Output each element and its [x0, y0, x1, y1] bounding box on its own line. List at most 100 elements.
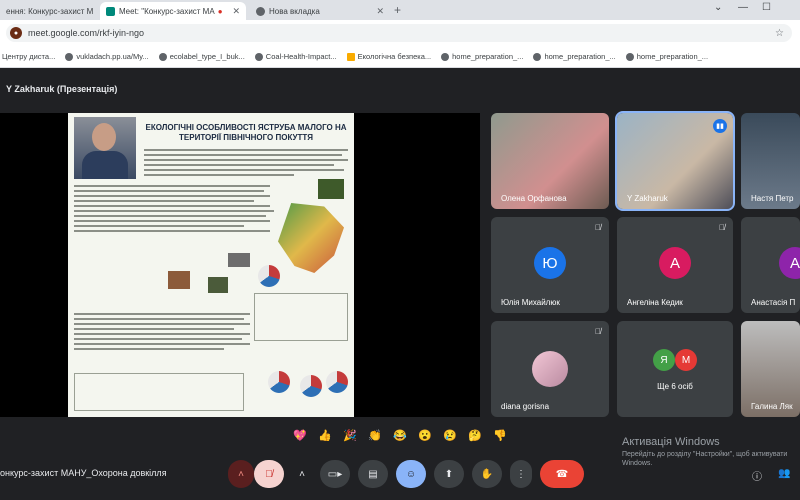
minimize-icon[interactable]: —	[738, 2, 748, 13]
bookmark-label: home_preparation_...	[544, 52, 616, 61]
bookmark-item[interactable]: Екологічна безпека...	[346, 52, 432, 61]
data-table-figure	[254, 293, 348, 341]
activation-subtitle: Перейдіть до розділу "Настройки", щоб ак…	[622, 451, 788, 467]
pie-figure	[326, 371, 348, 393]
pie-figure	[300, 375, 322, 397]
reaction-heart[interactable]: 💖	[292, 429, 308, 442]
mic-toggle-button[interactable]: 🎙̸	[254, 460, 284, 488]
text-line	[74, 338, 242, 340]
bookmark-item[interactable]: Центру диста...	[2, 52, 55, 61]
globe-icon	[158, 52, 167, 61]
info-icon[interactable]: ⓘ	[752, 468, 762, 483]
participant-name: Олена Орфанова	[501, 194, 567, 203]
call-controls: ˄ 🎙̸ ˄ ▭▸ ▤ ☺ ⬆ ✋ ⋮ ☎	[228, 460, 584, 488]
text-line	[74, 200, 254, 202]
avatar: А	[659, 247, 691, 279]
pie-figure	[258, 265, 280, 287]
text-line	[74, 195, 270, 197]
text-line	[74, 333, 250, 335]
text-line	[144, 159, 348, 161]
reaction-sad[interactable]: 😢	[442, 429, 458, 442]
bookmark-label: Екологічна безпека...	[357, 52, 432, 61]
text-line	[74, 205, 270, 207]
reaction-laugh[interactable]: 😂	[392, 429, 408, 442]
participant-tile[interactable]: Олена Орфанова	[491, 113, 609, 209]
text-line	[74, 220, 270, 222]
reaction-party[interactable]: 🎉	[342, 429, 358, 442]
raise-hand-button[interactable]: ✋	[472, 460, 502, 488]
more-participants-tile[interactable]: Я М Ще 6 осіб	[617, 321, 733, 417]
reaction-thumbs-up[interactable]: 👍	[317, 429, 333, 442]
captions-button[interactable]: ▤	[358, 460, 388, 488]
bookmark-item[interactable]: vukladach.pp.ua/My...	[65, 52, 149, 61]
activation-title: Активація Windows	[622, 436, 720, 448]
avatar: М	[675, 349, 697, 371]
url-text[interactable]: meet.google.com/rkf-iyin-ngo	[28, 28, 144, 38]
bookmark-label: home_preparation_...	[636, 52, 709, 61]
chrome-icon	[256, 6, 265, 16]
bookmark-label: vukladach.pp.ua/My...	[76, 52, 149, 61]
participant-name: Y Zakharuk	[627, 194, 668, 203]
participant-tile[interactable]: Галина Ляк	[741, 321, 800, 417]
bookmark-item[interactable]: home_preparation_...	[533, 52, 616, 61]
participant-tile[interactable]: 🎙̸ А Ангеліна Кедик	[617, 217, 733, 313]
bookmark-label: home_preparation_...	[452, 52, 524, 61]
bookmark-item[interactable]: home_preparation_...	[625, 52, 709, 61]
tab-title: ення: Конкурс-захист М	[6, 6, 94, 16]
participant-tile[interactable]: 🎙̸ Ю Юлія Михайлюк	[491, 217, 609, 313]
author-photo	[74, 117, 136, 179]
site-info-icon[interactable]: ●	[10, 27, 22, 39]
photo-head	[92, 123, 116, 151]
avatar	[532, 351, 568, 387]
text-line	[74, 313, 250, 315]
people-icon[interactable]: 👥	[778, 468, 790, 479]
participant-tile[interactable]: А Анастасія П	[741, 217, 800, 313]
bookmark-item[interactable]: ecolabel_type_I_buk...	[158, 52, 245, 61]
camera-button[interactable]: ▭▸	[320, 460, 350, 488]
tab-search-icon[interactable]: ⌄	[714, 2, 722, 13]
present-button[interactable]: ⬆	[434, 460, 464, 488]
close-icon[interactable]: ✕	[93, 6, 96, 17]
participant-tile[interactable]: ▮▮ Y Zakharuk	[615, 111, 735, 211]
presentation-view[interactable]: ЕКОЛОГІЧНІ ОСОБЛИВОСТІ ЯСТРУБА МАЛОГО НА…	[0, 113, 480, 417]
reaction-thinking[interactable]: 🤔	[467, 429, 483, 442]
chevron-up-icon[interactable]: ˄	[228, 460, 254, 488]
tab-meet[interactable]: Meet: "Конкурс-захист МА ● ✕	[100, 2, 246, 20]
bookmark-item[interactable]: Coal-Health-Impact...	[254, 52, 337, 61]
text-line	[74, 230, 270, 232]
emoji-button[interactable]: ☺	[396, 460, 426, 488]
reaction-surprised[interactable]: 😮	[417, 429, 433, 442]
leave-call-button[interactable]: ☎	[540, 460, 584, 488]
participant-name: Юлія Михайлюк	[501, 298, 560, 307]
more-participants-label: Ще 6 осіб	[657, 382, 693, 391]
text-line	[74, 190, 264, 192]
meet-stage: Y Zakharuk (Презентація) ЕКОЛОГІЧНІ ОСОБ…	[0, 68, 800, 500]
text-line	[74, 323, 250, 325]
bookmark-item[interactable]: home_preparation_...	[441, 52, 523, 61]
participant-tile[interactable]: 🎙̸ diana gorisna	[491, 321, 609, 417]
reaction-clap[interactable]: 👏	[367, 429, 383, 442]
bookmark-star-icon[interactable]: ☆	[775, 28, 784, 39]
maximize-icon[interactable]: ☐	[762, 2, 771, 13]
reaction-thumbs-down[interactable]: 👎	[492, 429, 508, 442]
presenter-label: Y Zakharuk (Презентація)	[6, 84, 118, 94]
tab-title: Нова вкладка	[269, 6, 320, 16]
participant-tile[interactable]: Настя Петр	[741, 113, 800, 209]
meeting-title: онкурс-захист МАНУ_Охорона довкілля	[0, 468, 167, 478]
chevron-up-icon[interactable]: ˄	[292, 460, 312, 488]
tab-contest[interactable]: ення: Конкурс-захист М ✕	[0, 2, 96, 20]
photo-body	[82, 151, 128, 179]
close-icon[interactable]: ✕	[372, 6, 384, 17]
bird-photo	[318, 179, 344, 199]
text-line	[74, 348, 224, 350]
tab-new[interactable]: Нова вкладка ✕	[250, 2, 390, 20]
text-line	[144, 174, 294, 176]
speaking-indicator-icon: ▮▮	[713, 119, 727, 133]
more-options-button[interactable]: ⋮	[510, 460, 532, 488]
avatar: Я	[653, 349, 675, 371]
close-icon[interactable]: ✕	[228, 6, 240, 17]
omnibox[interactable]: ● meet.google.com/rkf-iyin-ngo ☆	[6, 24, 792, 42]
new-tab-button[interactable]: +	[394, 3, 401, 17]
address-bar: ● meet.google.com/rkf-iyin-ngo ☆	[0, 20, 800, 46]
text-line	[144, 169, 344, 171]
